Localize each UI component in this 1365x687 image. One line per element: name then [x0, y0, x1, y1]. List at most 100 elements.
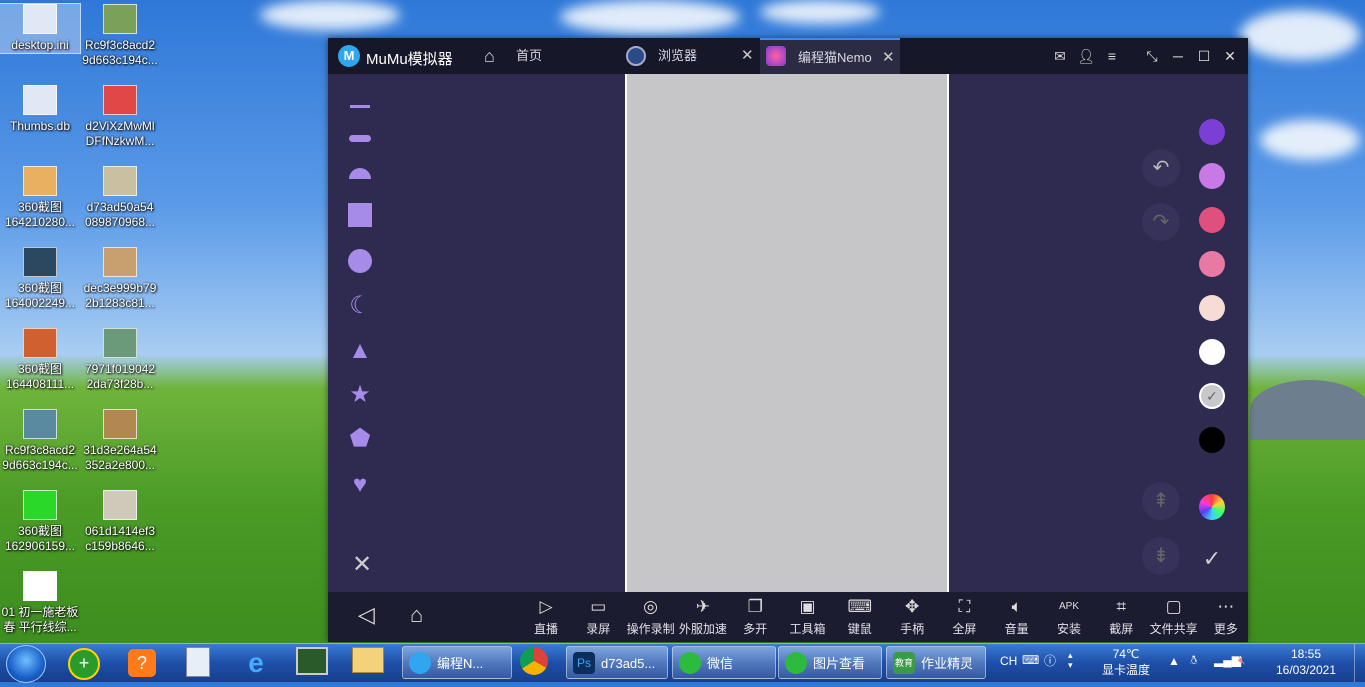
clock[interactable]: 18:55 16/03/2021 — [1266, 646, 1346, 678]
close-tab-icon[interactable]: ✕ — [741, 38, 754, 74]
tool-multi[interactable]: ❐ 多开 — [729, 596, 781, 637]
task-label: 图片查看 — [813, 656, 866, 671]
semicircle-shape[interactable] — [347, 157, 373, 183]
start-button[interactable] — [6, 645, 46, 683]
task-image-viewer[interactable]: 图片查看 — [778, 646, 882, 679]
close-tab-icon[interactable]: ✕ — [882, 40, 895, 76]
ie-browser-icon[interactable]: e — [236, 647, 276, 679]
desktop-icon[interactable]: Rc9f3c8acd2 9d663c194c... — [0, 409, 80, 473]
tool-record[interactable]: ◎ 操作录制 — [625, 596, 677, 637]
tool-toolbox[interactable]: ▣ 工具箱 — [782, 596, 834, 637]
mail-icon[interactable]: ✉ — [1050, 46, 1070, 66]
desktop-icon-label: Thumbs.db — [9, 119, 71, 133]
user-icon[interactable]: 👤︎ — [1076, 46, 1096, 66]
desktop-icon[interactable]: 061d1414ef3 c159b8646... — [80, 490, 160, 554]
tab-home[interactable]: ⌂ 首页 — [478, 38, 618, 74]
undo-icon[interactable]: ↶ — [1142, 149, 1180, 187]
heart-shape[interactable]: ♥ — [347, 472, 373, 498]
task-photoshop[interactable]: Ps d73ad5... — [566, 646, 668, 679]
show-hidden-icons[interactable]: ▲ — [1168, 654, 1180, 668]
qq-icon[interactable]: 🐧︎ — [1190, 653, 1197, 669]
color-wheel-icon[interactable] — [1199, 494, 1225, 520]
close-palette-icon[interactable]: ✕ — [352, 552, 378, 578]
volume-muted-icon[interactable]: 🔇︎ — [1238, 653, 1246, 668]
redo-icon[interactable]: ↷ — [1142, 203, 1180, 241]
chrome-icon[interactable] — [514, 647, 554, 679]
file-thumbnail-icon — [23, 409, 57, 439]
crescent-shape[interactable]: ☾ — [347, 293, 373, 319]
document-icon[interactable] — [178, 647, 218, 679]
circle-shape[interactable] — [347, 248, 373, 274]
color-swatch[interactable] — [1199, 427, 1225, 453]
close-icon[interactable]: ✕ — [1220, 46, 1240, 66]
layer-up-icon[interactable]: ⇞ — [1142, 482, 1180, 520]
color-swatch[interactable]: ✓ — [1199, 383, 1225, 409]
triangle-shape[interactable]: ▲ — [347, 338, 373, 364]
color-swatch[interactable] — [1199, 295, 1225, 321]
tool-fullscreen[interactable]: ⛶ 全屏 — [938, 596, 990, 637]
app-title: MuMu模拟器 — [366, 51, 453, 68]
desktop-icon[interactable]: d2ViXzMwMl DFfNzkwM... — [80, 85, 160, 149]
tool-label: 直播 — [533, 622, 558, 636]
desktop-icon[interactable]: 360截图 162906159... — [0, 490, 80, 554]
desktop-icon[interactable]: dec3e999b79 2b1283c81... — [80, 247, 160, 311]
tool-keyboard[interactable]: ⌨ 键鼠 — [834, 596, 886, 637]
tool-rocket[interactable]: ✈ 外服加速 — [677, 596, 729, 637]
tab-nemo[interactable]: 编程猫Nemo ✕ — [760, 38, 900, 74]
tool-mute[interactable]: 🔈︎ 音量 — [991, 596, 1043, 637]
network-icon[interactable]: ▂▄▆ — [1214, 653, 1241, 667]
minimize-icon[interactable]: ─ — [1168, 46, 1188, 66]
star-shape[interactable]: ★ — [347, 382, 373, 408]
desktop-icon[interactable]: 01 初一施老板春 平行线综... — [0, 571, 80, 635]
help-icon[interactable]: ? — [122, 647, 162, 679]
tab-browser[interactable]: 浏览器 ✕ — [620, 38, 758, 74]
show-desktop-button[interactable] — [1354, 644, 1365, 682]
task-wechat[interactable]: 微信 — [672, 646, 776, 679]
confirm-check-icon[interactable]: ✓ — [1199, 546, 1225, 572]
pentagon-shape[interactable]: ⬟ — [347, 426, 373, 452]
language-indicator[interactable]: CH — [1000, 654, 1017, 668]
desktop-icon[interactable]: desktop.ini — [0, 3, 81, 54]
layer-down-icon[interactable]: ⇟ — [1142, 537, 1180, 575]
back-icon[interactable]: ◁ — [358, 602, 375, 628]
file-thumbnail-icon — [103, 409, 137, 439]
desktop-icon[interactable]: 7971f019042 2da73f28b... — [80, 328, 160, 392]
desktop-icon[interactable]: d73ad50a54 089870968... — [80, 166, 160, 230]
task-homework[interactable]: 教育 作业精灵 — [886, 646, 986, 679]
monitor-app-icon[interactable] — [292, 647, 332, 679]
desktop-icon-label: 089870968... — [84, 215, 156, 229]
home-nav-icon[interactable]: ⌂ — [410, 602, 423, 628]
help-circle-icon[interactable]: ⓘ — [1044, 652, 1056, 669]
square-shape[interactable] — [347, 202, 373, 228]
color-swatch[interactable] — [1199, 207, 1225, 233]
drawing-canvas[interactable] — [625, 74, 949, 592]
tool-video[interactable]: ▭ 录屏 — [572, 596, 624, 637]
line-thin-shape[interactable] — [347, 93, 373, 119]
menu-icon[interactable]: ≡ — [1102, 46, 1122, 66]
tool-gamepad[interactable]: ✥ 手柄 — [886, 596, 938, 637]
keyboard-icon[interactable]: ⌨ — [1022, 653, 1039, 667]
desktop-icon[interactable]: 360截图 164408111... — [0, 328, 80, 392]
desktop-icon[interactable]: Thumbs.db — [0, 85, 80, 134]
desktop-icon[interactable]: 31d3e264a54 352a2e800... — [80, 409, 160, 473]
desktop-icon[interactable]: 360截图 164002249... — [0, 247, 80, 311]
maximize-icon[interactable]: ☐ — [1194, 46, 1214, 66]
color-swatch[interactable] — [1199, 163, 1225, 189]
tool-crop[interactable]: ⌗ 截屏 — [1095, 596, 1147, 637]
desktop-icon[interactable]: Rc9f3c8acd2 9d663c194c... — [80, 4, 160, 68]
color-swatch[interactable] — [1199, 119, 1225, 145]
more-icon: ⋯ — [1217, 597, 1235, 616]
desktop-icon[interactable]: 360截图 164210280... — [0, 166, 80, 230]
green-plus-icon[interactable]: + — [64, 647, 104, 680]
tool-apk[interactable]: APK 安装 — [1043, 596, 1095, 637]
tool-folder[interactable]: ▢ 文件共享 — [1148, 596, 1200, 637]
file-explorer-icon[interactable] — [348, 647, 388, 679]
tool-tv[interactable]: ▷ 直播 — [520, 596, 572, 637]
line-thick-shape[interactable] — [347, 125, 373, 151]
color-swatch[interactable] — [1199, 251, 1225, 277]
color-swatch[interactable] — [1199, 339, 1225, 365]
tool-more[interactable]: ⋯ 更多 — [1200, 596, 1252, 637]
input-menu-icon[interactable]: ▴ ▾ — [1068, 650, 1073, 670]
task-nemo[interactable]: 编程N... — [402, 646, 512, 679]
resize-icon[interactable]: ⤡ — [1142, 46, 1162, 66]
